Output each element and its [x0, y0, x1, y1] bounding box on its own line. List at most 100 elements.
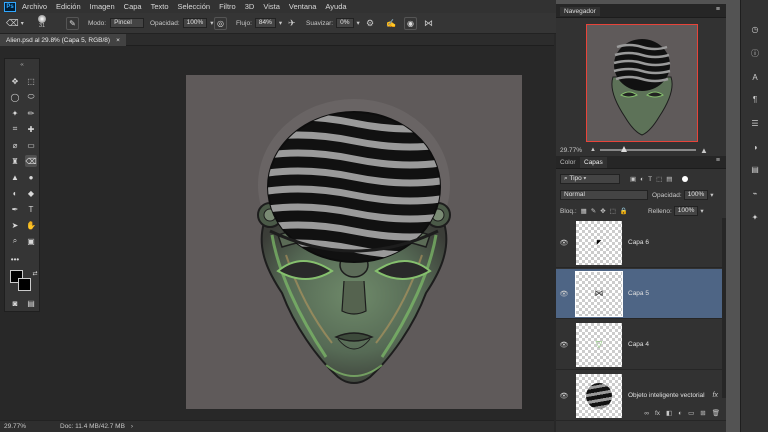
crop-tool-icon[interactable]: ⌗ [9, 123, 21, 135]
filter-shape-icon[interactable]: ⬚ [656, 175, 662, 183]
rectangle-tool-icon[interactable]: ▣ [25, 235, 37, 247]
mode-select[interactable]: Pincel [110, 18, 145, 28]
layer-name[interactable]: Capa 5 [628, 290, 649, 297]
layer-opacity-dropdown-icon[interactable]: ▾ [710, 191, 713, 199]
menu-edicion[interactable]: Edición [56, 2, 81, 11]
lock-position-icon[interactable]: ✥ [600, 207, 605, 215]
smoothing-settings[interactable]: ⚙ [366, 16, 374, 30]
flow-dropdown-icon[interactable]: ▾ [279, 19, 282, 27]
tab-color[interactable]: Color [560, 159, 576, 166]
filter-type-icon[interactable]: T [648, 176, 652, 183]
swap-colors-icon[interactable]: ⇄ [29, 267, 41, 279]
close-tab-icon[interactable]: × [116, 37, 120, 44]
paragraph-icon[interactable]: ¶ [749, 94, 761, 106]
lasso-tool-icon[interactable]: ◯ [9, 91, 21, 103]
menu-imagen[interactable]: Imagen [90, 2, 115, 11]
hand-tool-icon[interactable]: ✋ [25, 219, 37, 231]
pen-tool-icon[interactable]: ✒ [9, 203, 21, 215]
dodge-tool-icon[interactable]: ◐ [9, 187, 21, 199]
zoom-out-icon[interactable]: ▲ [590, 147, 596, 153]
eraser-tool-icon[interactable]: ⌫ [25, 155, 37, 167]
menu-capa[interactable]: Capa [124, 2, 142, 11]
visibility-eye-icon[interactable]: 👁 [556, 290, 572, 298]
flow-field[interactable]: 84% [254, 18, 276, 28]
link-layers-icon[interactable]: ∞ [644, 410, 649, 417]
more-tools-icon[interactable]: ••• [9, 253, 21, 265]
eyedropper-icon[interactable]: ⌀ [9, 139, 21, 151]
adjustment-layer-icon[interactable]: ◐ [678, 410, 682, 417]
filter-smart-icon[interactable]: ▤ [666, 175, 672, 183]
properties-icon[interactable]: ☰ [749, 118, 761, 130]
opacity-field[interactable]: 100% [182, 18, 208, 28]
navigator-tab[interactable]: Navegador [560, 7, 600, 16]
gradient-tool-icon[interactable]: ▲ [9, 171, 21, 183]
menu-ayuda[interactable]: Ayuda [325, 2, 346, 11]
visibility-eye-icon[interactable]: 👁 [556, 341, 572, 349]
layer-name[interactable]: Capa 6 [628, 239, 649, 246]
visibility-eye-icon[interactable]: 👁 [556, 239, 572, 247]
move-tool-icon[interactable]: ✥ [9, 75, 21, 87]
menu-3d[interactable]: 3D [245, 2, 255, 11]
add-style-icon[interactable]: fx [655, 410, 660, 417]
artboard-marquee-icon[interactable]: ⬚ [25, 75, 37, 87]
fill-dropdown-icon[interactable]: ▾ [700, 207, 703, 215]
document-canvas[interactable] [186, 75, 522, 409]
lock-all-icon[interactable]: 🔒 [620, 207, 628, 215]
info-icon[interactable]: ⓘ [749, 48, 761, 60]
pressure-opacity-toggle[interactable]: ◎ [214, 16, 227, 30]
zoom-level[interactable]: 29.77% [4, 423, 60, 430]
menu-texto[interactable]: Texto [151, 2, 169, 11]
smoothing-field[interactable]: 0% [336, 18, 354, 28]
filter-adjustment-icon[interactable]: ◐ [640, 176, 644, 183]
smoothing-dropdown-icon[interactable]: ▾ [357, 19, 360, 27]
menu-seleccion[interactable]: Selección [178, 2, 211, 11]
navigator-preview[interactable] [586, 24, 698, 142]
channels-icon[interactable]: ▤ [749, 164, 761, 176]
erase-to-history-toggle[interactable]: ✍ [386, 16, 396, 30]
zoom-in-icon[interactable]: ▲ [700, 146, 708, 155]
screen-mode-icon[interactable]: ▤ [25, 297, 37, 309]
pressure-size-toggle[interactable]: ◉ [404, 16, 417, 30]
sponge-tool-icon[interactable]: ◆ [25, 187, 37, 199]
type-tool-icon[interactable]: T [25, 203, 37, 215]
eraser-tool-preset[interactable]: ⌫ ▾ [6, 16, 24, 30]
quick-mask-icon[interactable]: ◙ [9, 297, 21, 309]
layers-menu-icon[interactable]: ≡ [716, 157, 720, 164]
path-selection-icon[interactable]: ➤ [9, 219, 21, 231]
styles-icon[interactable]: ✦ [749, 212, 761, 224]
new-group-icon[interactable]: ▭ [688, 409, 694, 417]
magic-wand-icon[interactable]: ✦ [9, 107, 21, 119]
lock-image-icon[interactable]: ✎ [591, 207, 596, 215]
tab-layers[interactable]: Capas [580, 157, 607, 168]
layer-row-capa-5[interactable]: 👁 ⋈ Capa 5 [556, 269, 726, 319]
polygon-lasso-icon[interactable]: ⬭ [25, 91, 37, 103]
panel-menu-icon[interactable]: ≡ [716, 6, 720, 13]
ruler-icon[interactable]: ▭ [25, 139, 37, 151]
layer-fx-badge[interactable]: fx [713, 392, 718, 399]
brush-size-picker[interactable]: 31 [38, 15, 46, 29]
delete-layer-icon[interactable]: 🗑 [712, 409, 720, 417]
zoom-slider-knob[interactable] [621, 146, 627, 152]
layer-row-capa-6[interactable]: 👁 ◤ Capa 6 [556, 218, 726, 268]
blend-mode-select[interactable]: Normal [560, 190, 648, 200]
menu-vista[interactable]: Vista [263, 2, 280, 11]
character-icon[interactable]: A [749, 72, 761, 84]
visibility-eye-icon[interactable]: 👁 [556, 392, 572, 400]
add-mask-icon[interactable]: ◧ [666, 409, 672, 417]
menu-filtro[interactable]: Filtro [219, 2, 236, 11]
history-icon[interactable]: ◷ [749, 24, 761, 36]
layers-scrollbar[interactable] [722, 218, 726, 398]
lock-transparent-icon[interactable]: ▦ [581, 207, 587, 215]
adjustments-icon[interactable]: ◑ [749, 142, 761, 154]
filter-kind-select[interactable]: ⌕ Tipo ▾ [560, 174, 620, 184]
navigator-zoom-slider[interactable] [600, 146, 696, 152]
symmetry-toggle[interactable]: ⋈ [424, 16, 433, 30]
lock-artboard-icon[interactable]: ⬚ [610, 207, 616, 215]
filter-toggle-icon[interactable] [682, 176, 689, 182]
status-menu-arrow[interactable]: › [131, 423, 133, 430]
healing-brush-icon[interactable]: ✚ [25, 123, 37, 135]
filter-pixel-icon[interactable]: ▣ [630, 175, 636, 183]
document-tab[interactable]: Alien.psd al 29.8% (Capa 5, RGB/8) × [0, 34, 126, 46]
menu-ventana[interactable]: Ventana [289, 2, 317, 11]
layer-opacity-field[interactable]: 100% [683, 190, 709, 200]
